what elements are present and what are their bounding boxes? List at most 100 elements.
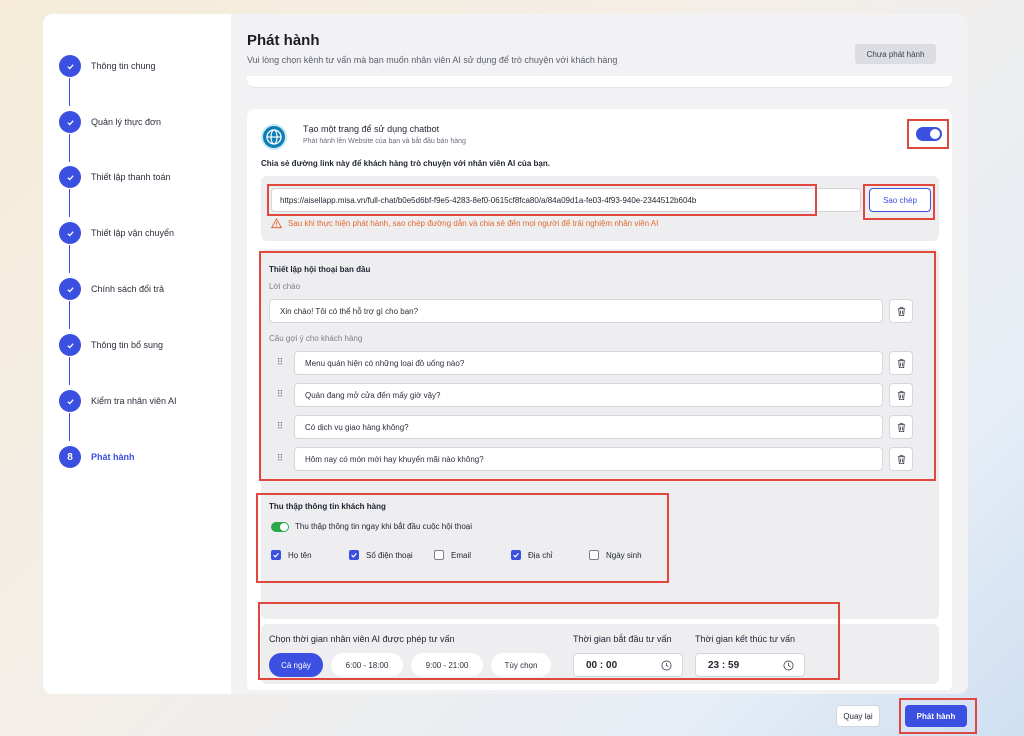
suggestion-field[interactable]: Hôm nay có món mới hay khuyến mãi nào kh… bbox=[294, 447, 883, 471]
drag-handle-icon[interactable]: ⠿ bbox=[275, 421, 285, 432]
step-connector bbox=[69, 134, 70, 162]
globe-icon bbox=[261, 124, 287, 150]
checkbox-checked-icon bbox=[271, 550, 281, 560]
start-time-field[interactable]: 00 : 00 bbox=[573, 653, 683, 677]
trash-icon bbox=[897, 454, 905, 464]
delete-suggestion-button[interactable] bbox=[889, 351, 913, 375]
publish-warning: Sau khi thực hiện phát hành, sao chép đư… bbox=[271, 218, 658, 229]
trash-icon bbox=[897, 306, 905, 316]
start-time-label: Thời gian bắt đầu tư vấn bbox=[573, 634, 672, 644]
end-time-value: 23 : 59 bbox=[708, 659, 740, 671]
end-time-field[interactable]: 23 : 59 bbox=[695, 653, 805, 677]
step-label: Thiết lập thanh toán bbox=[91, 172, 171, 182]
checkbox-label: Ngày sinh bbox=[606, 550, 642, 560]
step-publish[interactable]: 8 Phát hành bbox=[59, 446, 135, 468]
checkbox-phone[interactable]: Số điện thoại bbox=[349, 550, 413, 560]
step-ai-check[interactable]: Kiểm tra nhân viên AI bbox=[59, 390, 177, 412]
chatbot-channel-card: Tạo một trang để sử dụng chatbot Phát hà… bbox=[247, 109, 952, 690]
check-icon bbox=[59, 166, 81, 188]
step-connector bbox=[69, 245, 70, 273]
checkbox-label: Họ tên bbox=[288, 550, 312, 560]
scroll-area[interactable]: Tạo một trang để sử dụng chatbot Phát hà… bbox=[247, 76, 952, 690]
checkbox-label: Địa chỉ bbox=[528, 550, 553, 560]
step-connector bbox=[69, 413, 70, 441]
initial-conversation-section: Thiết lập hội thoại ban đầu Lời chào Xin… bbox=[256, 249, 939, 619]
schedule-option-all-day[interactable]: Cả ngày bbox=[269, 653, 323, 677]
previous-card bbox=[247, 76, 952, 88]
copy-link-button[interactable]: Sao chép bbox=[869, 188, 931, 212]
checkbox-address[interactable]: Địa chỉ bbox=[511, 550, 552, 560]
step-general-info[interactable]: Thông tin chung bbox=[59, 55, 156, 77]
step-connector bbox=[69, 78, 70, 106]
back-button[interactable]: Quay lại bbox=[836, 705, 880, 727]
page-subtitle: Vui lòng chọn kênh tư vấn mà bạn muốn nh… bbox=[247, 55, 618, 65]
delete-greeting-button[interactable] bbox=[889, 299, 913, 323]
check-icon bbox=[59, 111, 81, 133]
drag-handle-icon[interactable]: ⠿ bbox=[275, 389, 285, 400]
checkbox-email[interactable]: Email bbox=[434, 550, 471, 560]
status-badge: Chưa phát hành bbox=[855, 44, 936, 64]
step-connector bbox=[69, 301, 70, 329]
step-label: Kiểm tra nhân viên AI bbox=[91, 396, 177, 406]
page-title: Phát hành bbox=[247, 32, 320, 49]
greeting-field[interactable]: Xin chào! Tôi có thể hỗ trợ gì cho bạn? bbox=[269, 299, 883, 323]
check-icon bbox=[59, 55, 81, 77]
step-label: Chính sách đổi trả bbox=[91, 284, 165, 294]
schedule-option-9-21[interactable]: 9:00 - 21:00 bbox=[411, 653, 483, 677]
step-connector bbox=[69, 357, 70, 385]
schedule-section: Chọn thời gian nhân viên AI được phép tư… bbox=[261, 624, 939, 684]
start-time-value: 00 : 00 bbox=[586, 659, 618, 671]
checkbox-unchecked-icon bbox=[434, 550, 444, 560]
collect-info-toggle[interactable] bbox=[271, 522, 289, 532]
chatbot-enable-toggle[interactable] bbox=[916, 127, 942, 141]
check-icon bbox=[59, 222, 81, 244]
drag-handle-icon[interactable]: ⠿ bbox=[275, 453, 285, 464]
step-connector bbox=[69, 189, 70, 217]
collect-toggle-label: Thu thập thông tin ngay khi bắt đầu cuộc… bbox=[295, 522, 473, 531]
schedule-title: Chọn thời gian nhân viên AI được phép tư… bbox=[269, 634, 455, 644]
step-menu[interactable]: Quản lý thực đơn bbox=[59, 111, 161, 133]
end-time-label: Thời gian kết thúc tư vấn bbox=[695, 634, 795, 644]
stepper-sidebar: Thông tin chung Quản lý thực đơn Thiết l… bbox=[43, 14, 231, 694]
suggestions-label: Câu gợi ý cho khách hàng bbox=[269, 334, 363, 343]
step-label: Thông tin bổ sung bbox=[91, 340, 164, 350]
app-shell: Thông tin chung Quản lý thực đơn Thiết l… bbox=[43, 14, 968, 694]
share-link-label: Chia sẻ đường link này để khách hàng trò… bbox=[261, 159, 550, 168]
delete-suggestion-button[interactable] bbox=[889, 383, 913, 407]
checkbox-birthday[interactable]: Ngày sinh bbox=[589, 550, 642, 560]
chatbot-subtitle: Phát hành lên Website của bạn và bắt đầu… bbox=[303, 138, 466, 145]
greeting-label: Lời chào bbox=[269, 282, 301, 291]
section-title: Thiết lập hội thoại ban đầu bbox=[269, 265, 371, 274]
step-return-policy[interactable]: Chính sách đổi trả bbox=[59, 278, 164, 300]
clock-icon bbox=[783, 660, 794, 671]
delete-suggestion-button[interactable] bbox=[889, 447, 913, 471]
warning-text: Sau khi thực hiện phát hành, sao chép đư… bbox=[288, 219, 659, 228]
trash-icon bbox=[897, 422, 905, 432]
share-link-box: https://aisellapp.misa.vn/full-chat/b0e5… bbox=[261, 176, 939, 241]
step-label: Quản lý thực đơn bbox=[91, 117, 161, 127]
suggestion-field[interactable]: Menu quán hiện có những loại đồ uống nào… bbox=[294, 351, 883, 375]
clock-icon bbox=[661, 660, 672, 671]
share-link-field[interactable]: https://aisellapp.misa.vn/full-chat/b0e5… bbox=[271, 188, 861, 212]
checkbox-checked-icon bbox=[349, 550, 359, 560]
checkbox-checked-icon bbox=[511, 550, 521, 560]
step-label: Phát hành bbox=[91, 452, 135, 462]
checkbox-full-name[interactable]: Họ tên bbox=[271, 550, 312, 560]
publish-button[interactable]: Phát hành bbox=[905, 705, 967, 727]
step-number: 8 bbox=[59, 446, 81, 468]
schedule-option-custom[interactable]: Tùy chọn bbox=[491, 653, 551, 677]
step-shipping[interactable]: Thiết lập vận chuyển bbox=[59, 222, 174, 244]
check-icon bbox=[59, 278, 81, 300]
drag-handle-icon[interactable]: ⠿ bbox=[275, 357, 285, 368]
checkbox-unchecked-icon bbox=[589, 550, 599, 560]
checkbox-label: Số điện thoại bbox=[366, 550, 413, 560]
warning-icon bbox=[271, 218, 282, 229]
delete-suggestion-button[interactable] bbox=[889, 415, 913, 439]
schedule-option-6-18[interactable]: 6:00 - 18:00 bbox=[331, 653, 403, 677]
suggestion-field[interactable]: Có dịch vụ giao hàng không? bbox=[294, 415, 883, 439]
step-label: Thiết lập vận chuyển bbox=[91, 228, 175, 238]
step-payment[interactable]: Thiết lập thanh toán bbox=[59, 166, 171, 188]
step-additional-info[interactable]: Thông tin bổ sung bbox=[59, 334, 163, 356]
suggestion-field[interactable]: Quán đang mở cửa đến mấy giờ vậy? bbox=[294, 383, 883, 407]
chatbot-title: Tạo một trang để sử dụng chatbot bbox=[303, 124, 440, 134]
